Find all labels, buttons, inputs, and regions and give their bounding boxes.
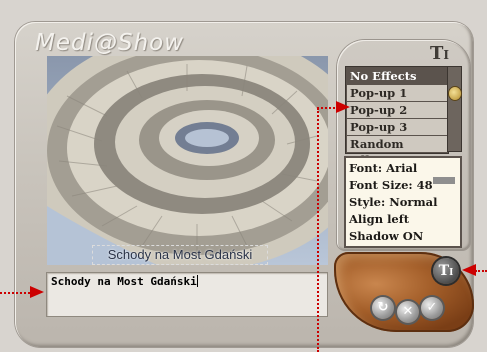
annotation-arrow (336, 101, 350, 113)
caption-input-value: Schody na Most Gdański (51, 275, 197, 288)
annotation-arrow (30, 286, 44, 298)
spiral-staircase-photo (47, 56, 328, 265)
app-title: Medi@Show (35, 30, 185, 56)
caption-input[interactable]: Schody na Most Gdański (46, 272, 328, 317)
font-shadow: Shadow ON (349, 229, 424, 243)
font-color-swatch[interactable] (433, 177, 455, 184)
font-name: Font: Arial (349, 161, 418, 175)
effect-item-random-effects[interactable]: Random Effects (347, 136, 447, 167)
font-info-panel: Font: Arial Font Size: 48 Style: Normal … (344, 156, 462, 248)
photo-preview (47, 56, 328, 265)
effects-scrollbar[interactable] (447, 66, 462, 152)
annotation-arrow (462, 264, 476, 276)
font-align: Align left (349, 212, 410, 226)
effects-list[interactable]: No Effects Pop-up 1 Pop-up 2 Pop-up 3 Ra… (345, 66, 449, 167)
checkmark-icon[interactable]: ✓ (421, 297, 443, 319)
effect-item-popup-1[interactable]: Pop-up 1 (347, 85, 447, 101)
text-format-icon[interactable]: TI (433, 258, 459, 284)
annotation-line (0, 292, 30, 294)
effect-item-popup-3[interactable]: Pop-up 3 (347, 119, 447, 135)
text-caret (196, 275, 198, 287)
refresh-icon[interactable]: ↻ (372, 297, 394, 319)
effect-item-no-effects[interactable]: No Effects (347, 68, 447, 84)
annotation-line (475, 270, 487, 272)
cancel-icon[interactable]: ✕ (397, 301, 419, 323)
font-style: Style: Normal (349, 195, 438, 209)
text-tool-icon[interactable]: TI (430, 43, 456, 65)
scroll-thumb[interactable] (449, 87, 461, 100)
annotation-line (317, 108, 319, 352)
caption-overlay-text[interactable]: Schody na Most Gdański (92, 245, 268, 265)
effect-item-popup-2[interactable]: Pop-up 2 (347, 102, 447, 118)
